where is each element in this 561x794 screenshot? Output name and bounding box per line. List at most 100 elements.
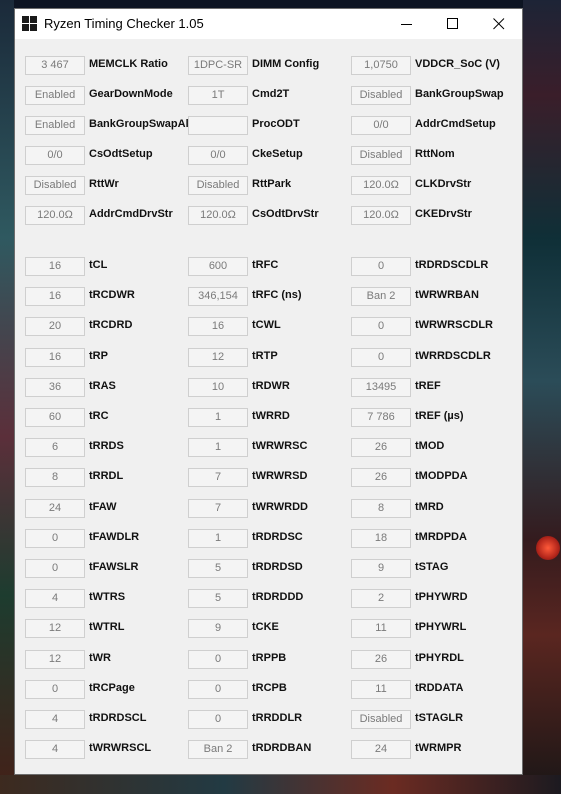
value-field[interactable]: 0/0 [25, 146, 85, 165]
value-field[interactable]: 10 [188, 377, 248, 397]
value-field[interactable]: 5 [188, 589, 248, 609]
timing-label: CkeSetup [252, 148, 303, 160]
value-field[interactable]: 1DPC-SR [188, 56, 248, 75]
value-field[interactable]: Disabled [25, 176, 85, 195]
timing-cell: 120.0Ω CLKDrvStr [341, 176, 501, 196]
lantern-decoration [536, 536, 560, 560]
value-field[interactable]: 2 [351, 589, 411, 609]
value-field[interactable]: 16 [25, 287, 85, 307]
value-field[interactable]: 9 [188, 619, 248, 639]
value-field[interactable]: 36 [25, 377, 85, 397]
value-field[interactable]: 16 [25, 347, 85, 367]
timing-label: tWRWRDD [252, 500, 309, 513]
value-field[interactable]: 18 [351, 528, 411, 548]
wallpaper-right-strip [523, 0, 561, 794]
timing-cell: 5 tRDRDSD [178, 559, 338, 579]
value-field[interactable]: 24 [25, 498, 85, 518]
value-field[interactable]: 11 [351, 679, 411, 699]
value-field[interactable]: 1,0750 [351, 56, 411, 75]
value-field[interactable]: 600 [188, 257, 248, 276]
value-field[interactable]: 5 [188, 559, 248, 578]
value-field[interactable]: 3 467 [25, 56, 85, 75]
value-field[interactable]: 24 [351, 740, 411, 760]
value-field[interactable]: 26 [351, 649, 411, 669]
timing-cell: 26 tMODPDA [341, 468, 501, 488]
value-field[interactable]: Disabled [188, 176, 248, 195]
value-field[interactable]: Ban 2 [188, 740, 248, 760]
value-field[interactable]: 13495 [351, 377, 411, 397]
value-field[interactable]: 12 [25, 619, 85, 639]
value-field[interactable]: 7 [188, 468, 248, 488]
value-field[interactable]: 6 [25, 438, 85, 458]
value-field[interactable]: 1 [188, 528, 248, 548]
value-field[interactable]: 8 [351, 498, 411, 518]
value-field[interactable]: 0 [351, 317, 411, 337]
value-field[interactable]: 120.0Ω [25, 206, 85, 225]
value-field[interactable]: 0 [25, 528, 85, 548]
value-field[interactable]: 60 [25, 408, 85, 427]
value-field[interactable]: 120.0Ω [351, 176, 411, 195]
value-field[interactable]: 120.0Ω [351, 206, 411, 225]
timing-label: tRRDL [89, 470, 124, 483]
timing-cell: 6 tRRDS [15, 438, 175, 458]
value-field[interactable]: Disabled [351, 86, 411, 105]
timing-cell: 0 tFAWSLR [15, 559, 175, 579]
value-field[interactable]: 9 [351, 559, 411, 578]
value-field[interactable]: 26 [351, 438, 411, 458]
value-field[interactable]: 1 [188, 438, 248, 458]
value-field[interactable]: 0/0 [351, 116, 411, 135]
value-field[interactable]: 16 [25, 257, 85, 276]
value-field[interactable]: 0 [351, 257, 411, 276]
timing-label: tWTRS [89, 591, 126, 604]
value-field[interactable]: 7 786 [351, 408, 411, 427]
timing-cell: 10 tRDWR [178, 377, 338, 398]
timing-label: tWRRDSCDLR [415, 349, 491, 362]
timing-label: tRP [89, 349, 108, 362]
minimize-button[interactable] [384, 9, 430, 39]
value-field[interactable]: 7 [188, 498, 248, 518]
value-field[interactable]: 4 [25, 740, 85, 760]
value-field[interactable]: Ban 2 [351, 287, 411, 307]
timing-label: tRDWR [252, 379, 290, 392]
timing-label: tFAWDLR [89, 530, 140, 543]
timing-cell: 0/0 AddrCmdSetup [341, 116, 501, 136]
value-field[interactable]: 16 [188, 317, 248, 337]
timing-label: tRPPB [252, 651, 287, 664]
timing-cell: 4 tWTRS [15, 589, 175, 609]
value-field[interactable]: 0/0 [188, 146, 248, 165]
value-field[interactable]: 0 [188, 710, 248, 729]
value-field[interactable] [188, 116, 248, 135]
maximize-button[interactable] [430, 9, 476, 39]
value-field[interactable]: Disabled [351, 146, 411, 165]
value-field[interactable]: Disabled [351, 710, 411, 729]
timing-cell: 7 tWRWRSD [178, 468, 338, 488]
value-field[interactable]: 346,154 [188, 287, 248, 307]
value-field[interactable]: Enabled [25, 86, 85, 105]
timing-label: tWRWRSD [252, 470, 308, 483]
value-field[interactable]: 1 [188, 408, 248, 427]
value-field[interactable]: 8 [25, 468, 85, 488]
value-field[interactable]: 120.0Ω [188, 206, 248, 225]
value-field[interactable]: 4 [25, 710, 85, 729]
value-field[interactable]: 20 [25, 317, 85, 337]
value-field[interactable]: 0 [25, 559, 85, 578]
timing-label: tRDRDSCDLR [415, 259, 489, 271]
timing-label: ProcODT [252, 118, 300, 130]
value-field[interactable]: 0 [25, 679, 85, 699]
value-field[interactable]: Enabled [25, 116, 85, 135]
value-field[interactable]: 0 [188, 649, 248, 669]
value-field[interactable]: 1T [188, 86, 248, 105]
value-field[interactable]: 11 [351, 619, 411, 639]
value-field[interactable]: 4 [25, 589, 85, 609]
title-bar[interactable]: Ryzen Timing Checker 1.05 [15, 9, 522, 39]
timing-cell: 8 tMRD [341, 498, 501, 519]
timing-label: tRDRDSC [252, 530, 303, 543]
value-field[interactable]: 0 [351, 347, 411, 367]
value-field[interactable]: 12 [188, 347, 248, 367]
value-field[interactable]: 0 [188, 679, 248, 699]
maximize-icon [447, 18, 458, 29]
close-button[interactable] [476, 9, 522, 39]
value-field[interactable]: 26 [351, 468, 411, 488]
timing-label: tWRRD [252, 410, 290, 422]
value-field[interactable]: 12 [25, 649, 85, 669]
